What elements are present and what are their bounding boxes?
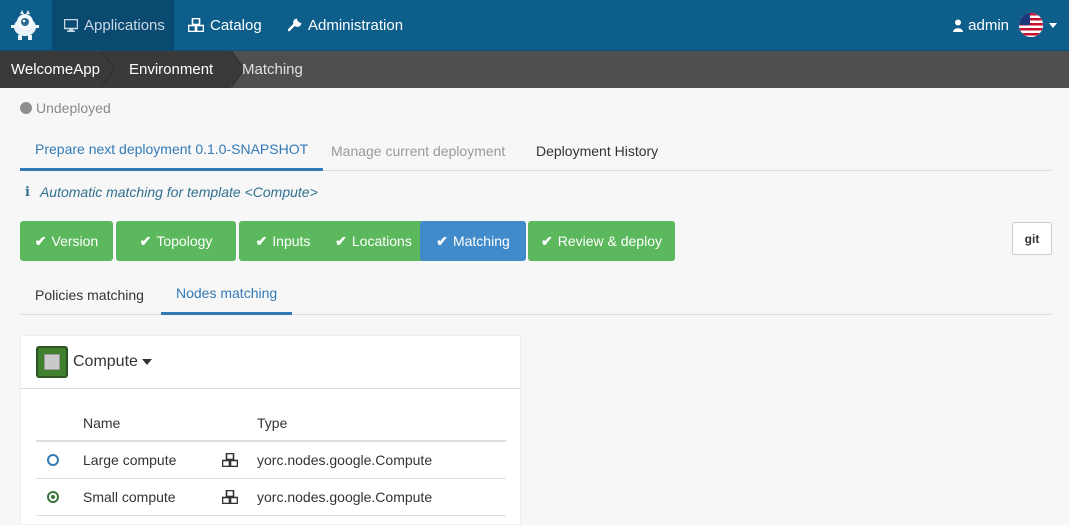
status-dot-icon: [20, 102, 32, 114]
tab-label: Prepare next deployment 0.1.0-SNAPSHOT: [35, 141, 309, 157]
resource-type: yorc.nodes.google.Compute: [257, 489, 433, 505]
step-matching[interactable]: ✔ Matching: [420, 221, 526, 261]
step-locations[interactable]: ✔ Locations: [310, 221, 437, 261]
step-label: Locations: [351, 233, 412, 249]
tab-policies-matching[interactable]: Policies matching: [20, 274, 159, 315]
nav-administration-label: Administration: [308, 16, 404, 34]
table-row[interactable]: Small compute yorc.nodes.google.Compute: [36, 479, 506, 516]
cubes-icon: [188, 18, 204, 32]
git-button-label: git: [1024, 231, 1040, 246]
user-menu[interactable]: admin: [953, 0, 1057, 50]
step-label: Review & deploy: [557, 233, 662, 249]
git-button[interactable]: git: [1012, 222, 1052, 255]
info-icon: i: [25, 184, 30, 200]
user-name: admin: [968, 16, 1009, 34]
step-version[interactable]: ✔ Version: [20, 221, 113, 261]
step-review-deploy[interactable]: ✔ Review & deploy: [528, 221, 675, 261]
step-label: Matching: [452, 233, 510, 249]
nav-catalog[interactable]: Catalog: [176, 0, 274, 50]
panel-header[interactable]: Compute: [21, 336, 520, 389]
check-icon: ✔: [540, 232, 553, 249]
step-label: Topology: [156, 233, 213, 249]
cubes-icon: [222, 442, 238, 478]
check-icon: ✔: [34, 232, 47, 249]
tab-deployment-history[interactable]: Deployment History: [521, 130, 673, 171]
check-icon: ✔: [139, 232, 152, 249]
user-icon: [953, 19, 964, 32]
matching-tabs: Policies matching Nodes matching: [20, 274, 1052, 315]
resource-name: Small compute: [83, 489, 176, 505]
desktop-icon: [64, 18, 78, 32]
radio-button-selected[interactable]: [47, 491, 59, 503]
info-message: i Automatic matching for template <Compu…: [25, 184, 318, 200]
deployment-tabs: Prepare next deployment 0.1.0-SNAPSHOT M…: [20, 130, 1052, 171]
tab-label: Nodes matching: [176, 285, 278, 301]
status-label: Undeployed: [36, 100, 111, 116]
cubes-icon: [222, 479, 238, 515]
tab-prepare-next-deployment[interactable]: Prepare next deployment 0.1.0-SNAPSHOT: [20, 130, 324, 171]
nav-applications[interactable]: Applications: [52, 0, 174, 50]
node-matching-panel: Compute Name Type Large compute yorc.nod…: [20, 335, 521, 525]
top-navbar: Applications Catalog Administration admi…: [0, 0, 1069, 51]
nav-catalog-label: Catalog: [210, 16, 262, 34]
wrench-icon: [288, 18, 302, 32]
chevron-down-icon: [1049, 22, 1057, 28]
tab-manage-current-deployment[interactable]: Manage current deployment: [316, 130, 520, 171]
breadcrumb-separator: [101, 51, 114, 87]
column-header-type: Type: [257, 415, 288, 431]
table-header: Name Type: [36, 406, 506, 442]
breadcrumb-matching: Matching: [242, 51, 303, 88]
alien4cloud-logo[interactable]: [8, 8, 42, 42]
tab-label: Deployment History: [536, 142, 659, 159]
deployment-status: Undeployed: [20, 100, 111, 116]
nav-applications-label: Applications: [84, 16, 165, 34]
tab-label: Policies matching: [35, 286, 144, 303]
breadcrumb: Environment WelcomeApp Matching: [0, 51, 1069, 88]
check-icon: ✔: [255, 232, 268, 249]
panel-title[interactable]: Compute: [73, 353, 152, 371]
caret-down-icon: [141, 359, 152, 365]
info-text: Automatic matching for template <Compute…: [39, 184, 318, 200]
radio-cell: [47, 479, 59, 515]
step-label: Inputs: [272, 233, 311, 249]
step-topology[interactable]: ✔ Topology: [116, 221, 236, 261]
resource-type: yorc.nodes.google.Compute: [257, 452, 433, 468]
nav-administration[interactable]: Administration: [276, 0, 415, 50]
table-row[interactable]: Large compute yorc.nodes.google.Compute: [36, 442, 506, 479]
check-icon: ✔: [335, 232, 347, 249]
tab-label: Manage current deployment: [331, 142, 506, 159]
breadcrumb-environment[interactable]: Environment: [101, 51, 231, 88]
breadcrumb-welcomeapp-label: WelcomeApp: [11, 61, 100, 78]
resources-table: Name Type Large compute yorc.nodes.googl…: [36, 406, 506, 516]
us-flag-icon[interactable]: [1019, 13, 1043, 37]
check-icon: ✔: [436, 232, 448, 249]
step-label: Version: [51, 233, 99, 249]
radio-cell: [47, 442, 59, 478]
radio-button[interactable]: [47, 454, 59, 466]
breadcrumb-environment-label: Environment: [129, 61, 214, 78]
compute-node-icon: [36, 346, 68, 378]
panel-title-label: Compute: [73, 353, 138, 370]
breadcrumb-matching-label: Matching: [242, 61, 303, 78]
tab-nodes-matching[interactable]: Nodes matching: [161, 274, 293, 315]
column-header-name: Name: [83, 415, 121, 431]
resource-name: Large compute: [83, 452, 177, 468]
